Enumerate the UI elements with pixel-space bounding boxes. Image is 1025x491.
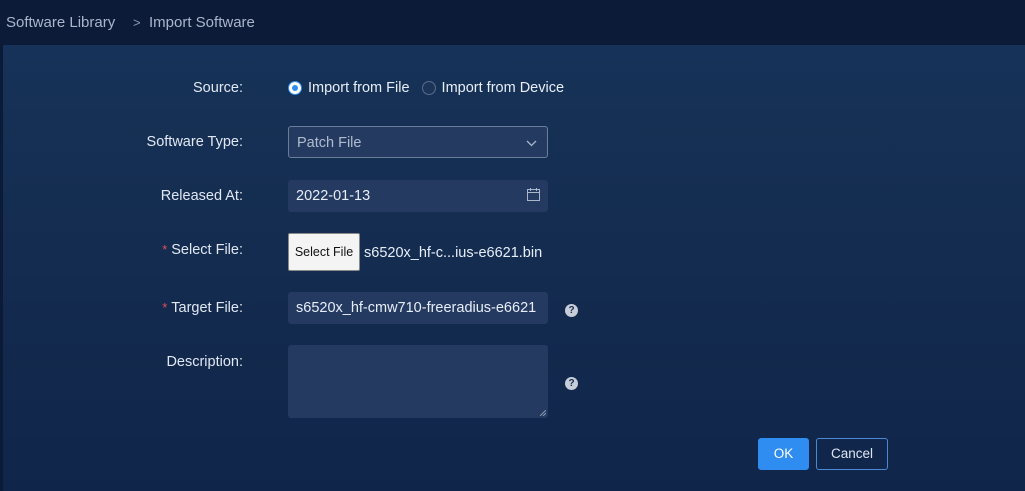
select-file-label: Select File: bbox=[171, 242, 243, 258]
import-form-panel bbox=[3, 45, 1025, 491]
required-asterisk: * bbox=[162, 242, 168, 257]
description-label: Description: bbox=[166, 354, 243, 370]
breadcrumb-separator: > bbox=[133, 15, 141, 30]
required-asterisk: * bbox=[162, 300, 168, 315]
breadcrumb-current: Import Software bbox=[149, 14, 255, 31]
ok-button[interactable]: OK bbox=[758, 438, 809, 470]
radio-unchecked-icon[interactable] bbox=[421, 81, 436, 95]
software-type-label: Software Type: bbox=[146, 134, 243, 150]
radio-import-from-device[interactable]: Import from Device bbox=[421, 80, 565, 96]
chevron-down-icon bbox=[526, 127, 537, 157]
released-at-value: 2022-01-13 bbox=[296, 188, 371, 204]
radio-import-from-device-label: Import from Device bbox=[441, 80, 565, 96]
top-bar: Software Library > Import Software bbox=[0, 0, 1025, 44]
target-file-label-row: * Target File: bbox=[162, 300, 243, 316]
radio-checked-icon[interactable] bbox=[288, 81, 302, 95]
released-at-date-input[interactable]: 2022-01-13 bbox=[288, 180, 548, 212]
cancel-button[interactable]: Cancel bbox=[816, 438, 888, 470]
calendar-icon[interactable] bbox=[527, 188, 540, 201]
source-label: Source: bbox=[193, 80, 243, 96]
target-file-label: Target File: bbox=[171, 300, 243, 316]
radio-import-from-file-label: Import from File bbox=[308, 80, 410, 96]
description-textarea[interactable] bbox=[288, 345, 548, 418]
select-file-button[interactable]: Select File bbox=[288, 233, 360, 271]
selected-file-name: s6520x_hf-c...ius-e6621.bin bbox=[364, 245, 543, 261]
software-type-select[interactable]: Patch File bbox=[288, 126, 548, 158]
select-file-label-row: * Select File: bbox=[162, 242, 243, 258]
target-file-input[interactable]: s6520x_hf-cmw710-freeradius-e6621 bbox=[288, 292, 548, 324]
resize-grip-icon[interactable] bbox=[540, 410, 546, 416]
help-icon[interactable]: ? bbox=[565, 304, 578, 317]
breadcrumb-root[interactable]: Software Library bbox=[6, 14, 115, 31]
software-type-value: Patch File bbox=[297, 135, 362, 151]
released-at-label: Released At: bbox=[160, 188, 243, 204]
source-radio-group: Import from File Import from Device bbox=[288, 80, 572, 99]
help-icon[interactable]: ? bbox=[565, 377, 578, 390]
radio-import-from-file[interactable]: Import from File bbox=[288, 80, 410, 96]
